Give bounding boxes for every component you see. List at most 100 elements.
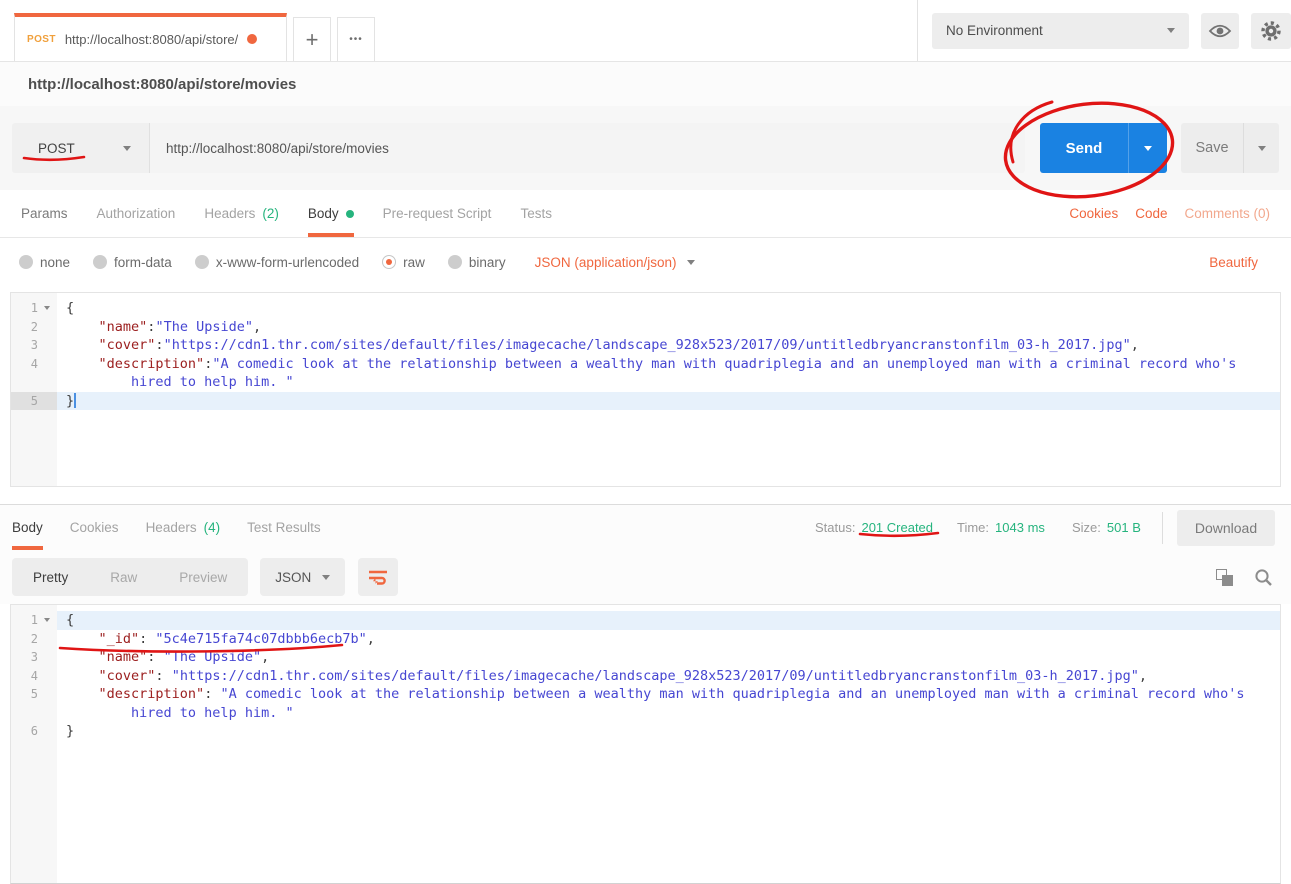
tab-count-badge: (4) — [204, 520, 221, 535]
wrap-lines-icon — [367, 568, 389, 586]
settings-button[interactable] — [1251, 13, 1291, 49]
gear-icon — [1260, 20, 1282, 42]
response-body-editor[interactable]: 1{2 "_id": "5c4e715fa74c07dbbb6ecb7b",3 … — [10, 604, 1281, 884]
method-select[interactable]: POST — [12, 123, 150, 173]
tab-url-label: http://localhost:8080/api/store/ — [65, 32, 238, 47]
beautify-link[interactable]: Beautify — [1209, 255, 1258, 270]
response-tab-test-results[interactable]: Test Results — [247, 505, 321, 550]
status-value: 201 Created — [861, 520, 933, 535]
tab-count-badge: (2) — [262, 206, 279, 221]
body-filled-dot-icon — [346, 210, 354, 218]
tab-authorization[interactable]: Authorization — [97, 190, 176, 237]
code-line: 4 "cover": "https://cdn1.thr.com/sites/d… — [11, 667, 1280, 686]
save-options-button[interactable] — [1243, 123, 1279, 173]
tab-label: Authorization — [97, 206, 176, 221]
response-tabs: Body Cookies Headers(4) Test Results — [12, 505, 348, 550]
tab-label: Test Results — [247, 520, 321, 535]
response-tab-cookies[interactable]: Cookies — [70, 505, 119, 550]
tab-pre-request-script[interactable]: Pre-request Script — [383, 190, 492, 237]
request-tabs-row: Params Authorization Headers (2) Body Pre-req… — [0, 190, 1291, 238]
tab-body[interactable]: Body — [308, 190, 354, 237]
body-type-x-www-form-urlencoded[interactable]: x-www-form-urlencoded — [195, 255, 359, 270]
response-tab-headers[interactable]: Headers(4) — [146, 505, 221, 550]
response-mode-raw[interactable]: Raw — [89, 570, 158, 585]
save-button-group: Save — [1181, 123, 1279, 173]
body-type-raw[interactable]: raw — [382, 255, 425, 270]
radio-label: raw — [403, 255, 425, 270]
code-line: 6} — [11, 722, 1280, 741]
line-number-gutter: 5 — [11, 392, 57, 411]
url-value: http://localhost:8080/api/store/movies — [166, 141, 389, 156]
environment-quick-look-button[interactable] — [1201, 13, 1239, 49]
send-button[interactable]: Send — [1040, 123, 1128, 173]
radio-icon — [448, 255, 462, 269]
environment-label: No Environment — [946, 23, 1043, 38]
tab-options-button[interactable]: ••• — [337, 17, 375, 61]
tab-label: Params — [21, 206, 68, 221]
method-label: POST — [38, 141, 75, 156]
response-tab-body[interactable]: Body — [12, 505, 43, 550]
body-type-binary[interactable]: binary — [448, 255, 506, 270]
request-builder-bar: POST http://localhost:8080/api/store/mov… — [0, 106, 1291, 190]
request-body-editor[interactable]: 1{2 "name":"The Upside",3 "cover":"https… — [10, 292, 1281, 487]
chevron-down-icon — [123, 146, 131, 151]
body-format-select[interactable]: JSON (application/json) — [535, 255, 696, 270]
radio-icon — [93, 255, 107, 269]
tab-params[interactable]: Params — [21, 190, 68, 237]
download-button[interactable]: Download — [1177, 510, 1275, 546]
tab-headers[interactable]: Headers (2) — [204, 190, 279, 237]
body-type-none[interactable]: none — [19, 255, 70, 270]
response-toolbar-icons — [1216, 568, 1273, 587]
response-mode-switch: PrettyRawPreview — [12, 558, 248, 596]
response-view-row: PrettyRawPreview JSON — [0, 550, 1291, 604]
line-number-gutter: 1 — [11, 611, 57, 630]
response-format-select[interactable]: JSON — [260, 558, 345, 596]
new-tab-button[interactable]: + — [293, 17, 331, 61]
comments-0--link[interactable]: Comments (0) — [1184, 206, 1270, 221]
divider — [1162, 512, 1163, 544]
copy-icon[interactable] — [1216, 569, 1233, 586]
tab-method-badge: POST — [27, 34, 56, 45]
tab-label: Body — [12, 520, 43, 535]
cookies-link[interactable]: Cookies — [1069, 206, 1118, 221]
response-format-label: JSON — [275, 570, 311, 585]
unsaved-dot-icon — [247, 34, 257, 44]
search-icon[interactable] — [1254, 568, 1273, 587]
code-line: 3 "name": "The Upside", — [11, 648, 1280, 667]
save-button[interactable]: Save — [1181, 123, 1243, 173]
code-line: 4 "description":"A comedic look at the r… — [11, 355, 1280, 374]
code-line: 2 "name":"The Upside", — [11, 318, 1280, 337]
tab-tests[interactable]: Tests — [520, 190, 552, 237]
tab-label: Cookies — [70, 520, 119, 535]
response-mode-preview[interactable]: Preview — [158, 570, 248, 585]
line-number-gutter: 4 — [11, 667, 57, 686]
chevron-down-icon — [1167, 28, 1175, 33]
wrap-lines-button[interactable] — [358, 558, 398, 596]
radio-icon — [382, 255, 396, 269]
tab-label: Body — [308, 206, 339, 221]
response-mode-pretty[interactable]: Pretty — [12, 570, 89, 585]
fold-caret-icon[interactable] — [44, 306, 50, 310]
send-button-group: Send — [1040, 123, 1167, 173]
size-value: 501 B — [1107, 520, 1141, 535]
body-type-row: none form-data x-www-form-urlencoded raw bin… — [0, 238, 1291, 286]
fold-caret-icon[interactable] — [44, 618, 50, 622]
response-size: Size: 501 B — [1072, 505, 1141, 550]
chevron-down-icon — [322, 575, 330, 580]
body-type-options: none form-data x-www-form-urlencoded raw bin… — [19, 255, 529, 270]
environment-select[interactable]: No Environment — [932, 13, 1189, 49]
line-number-gutter: 3 — [11, 336, 57, 355]
tab-label: Headers — [204, 206, 255, 221]
environment-area: No Environment — [917, 0, 1291, 61]
url-input[interactable]: http://localhost:8080/api/store/movies — [150, 123, 1025, 173]
request-tab[interactable]: POST http://localhost:8080/api/store/ — [14, 13, 287, 61]
code-line: 2 "_id": "5c4e715fa74c07dbbb6ecb7b", — [11, 630, 1280, 649]
send-options-button[interactable] — [1128, 123, 1167, 173]
code-link[interactable]: Code — [1135, 206, 1167, 221]
radio-icon — [195, 255, 209, 269]
response-meta-row: BodyCookiesHeaders(4)Test Results Status… — [0, 504, 1291, 550]
body-type-form-data[interactable]: form-data — [93, 255, 172, 270]
code-line: 1{ — [11, 611, 1280, 630]
time-label: Time: — [957, 520, 989, 535]
tab-label: Pre-request Script — [383, 206, 492, 221]
